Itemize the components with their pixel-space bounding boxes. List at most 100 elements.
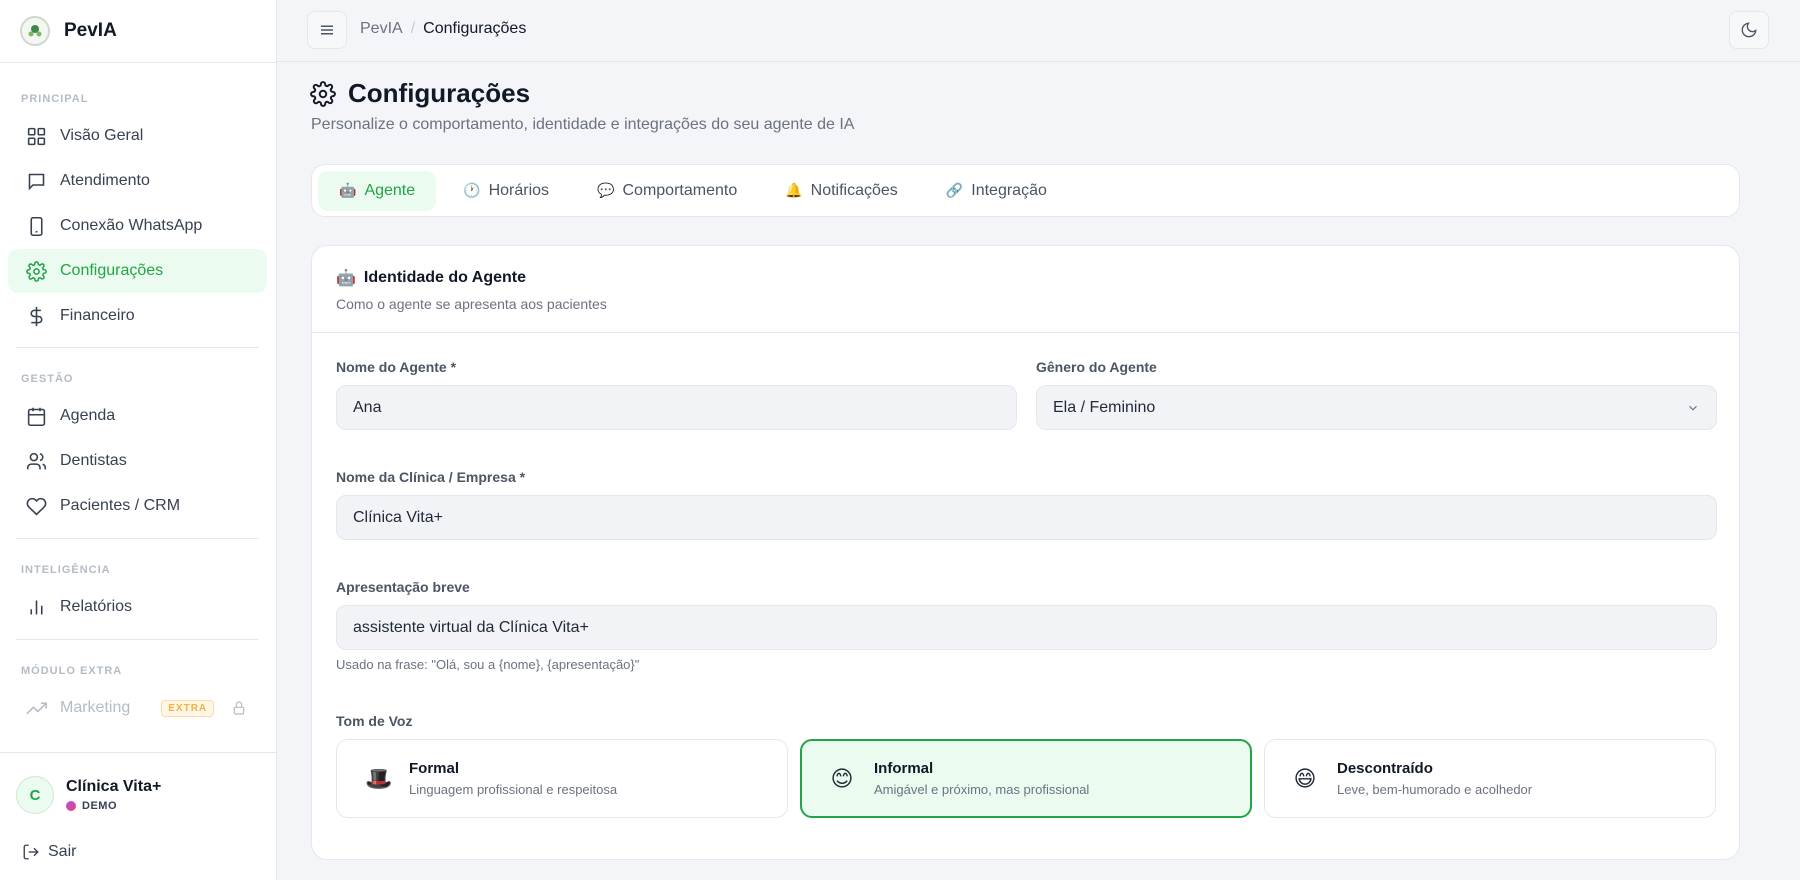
card-title: 🤖 Identidade do Agente xyxy=(336,268,1715,288)
lock-icon xyxy=(233,701,245,715)
page-subtitle: Personalize o comportamento, identidade … xyxy=(311,116,855,133)
dollar-icon xyxy=(30,306,43,326)
menu-toggle-button[interactable] xyxy=(307,11,347,49)
section-label-inteligencia: INTELIGÊNCIA xyxy=(21,564,111,576)
tone-label: Tom de Voz xyxy=(336,713,413,729)
sidebar-item-label: Configurações xyxy=(60,262,164,279)
tab-agente[interactable]: 🤖 Agente xyxy=(318,170,437,211)
sidebar-item-visao-geral[interactable]: Visão Geral xyxy=(8,114,267,158)
tone-option-formal[interactable]: 🎩 Formal Linguagem profissional e respei… xyxy=(336,739,788,818)
chat-icon xyxy=(28,173,45,190)
sidebar-item-marketing[interactable]: Marketing EXTRA xyxy=(8,686,267,730)
agent-gender-value: Ela / Feminino xyxy=(1053,398,1156,416)
phone-icon xyxy=(30,216,43,236)
top-hat-icon: 🎩 xyxy=(365,765,393,791)
divider xyxy=(16,347,259,348)
card-subtitle: Como o agente se apresenta aos pacientes xyxy=(336,296,607,312)
tone-desc: Leve, bem-humorado e acolhedor xyxy=(1337,782,1533,797)
moon-icon xyxy=(1741,22,1757,38)
topbar: PevIA / Configurações xyxy=(277,0,1800,62)
gear-icon xyxy=(310,80,336,107)
user-block[interactable]: C Clínica Vita+ DEMO xyxy=(16,776,161,814)
sidebar-item-atendimento[interactable]: Atendimento xyxy=(8,159,267,203)
divider xyxy=(0,62,277,63)
avatar: C xyxy=(16,776,54,814)
card-title-text: Identidade do Agente xyxy=(363,269,526,286)
users-icon xyxy=(26,452,47,469)
chevron-down-icon xyxy=(1689,405,1697,411)
tab-label: Horários xyxy=(488,181,550,199)
sidebar-item-dentistas[interactable]: Dentistas xyxy=(8,439,267,483)
clock-icon: 🕐 xyxy=(463,182,481,198)
link-icon: 🔗 xyxy=(945,182,964,198)
sidebar-item-configuracoes[interactable]: Configurações xyxy=(8,249,267,293)
sidebar-item-agenda[interactable]: Agenda xyxy=(8,394,267,438)
settings-tabs: 🤖 Agente 🕐 Horários 💬 Comportamento 🔔 No… xyxy=(311,164,1740,217)
sidebar: PevIA PRINCIPAL Visão Geral Atendimento … xyxy=(0,0,277,880)
intro-hint: Usado na frase: "Olá, sou a {nome}, {apr… xyxy=(336,657,640,672)
breadcrumb-current: Configurações xyxy=(423,20,527,37)
demo-dot-icon xyxy=(66,801,76,811)
sidebar-item-label: Conexão WhatsApp xyxy=(60,217,203,234)
sidebar-item-relatorios[interactable]: Relatórios xyxy=(8,585,267,629)
sidebar-item-pacientes-crm[interactable]: Pacientes / CRM xyxy=(8,484,267,528)
section-label-gestao: GESTÃO xyxy=(21,373,74,385)
agent-identity-card: 🤖 Identidade do Agente Como o agente se … xyxy=(311,245,1740,860)
tone-option-descontraido[interactable]: 😄 Descontraído Leve, bem-humorado e acol… xyxy=(1264,739,1716,818)
divider xyxy=(16,639,259,640)
sidebar-item-financeiro[interactable]: Financeiro xyxy=(8,294,267,338)
robot-icon: 🤖 xyxy=(339,182,357,198)
theme-toggle-button[interactable] xyxy=(1729,11,1769,49)
breadcrumb-root[interactable]: PevIA xyxy=(360,20,403,38)
trending-icon xyxy=(26,701,47,714)
tab-notificacoes[interactable]: 🔔 Notificações xyxy=(764,171,919,211)
divider xyxy=(0,752,277,753)
user-name: Clínica Vita+ xyxy=(66,778,162,795)
sidebar-item-label: Atendimento xyxy=(60,172,150,189)
brand-name: PevIA xyxy=(64,20,117,41)
sidebar-item-label: Dentistas xyxy=(60,452,127,469)
sidebar-item-label: Agenda xyxy=(60,407,116,424)
tab-comportamento[interactable]: 💬 Comportamento xyxy=(576,171,758,211)
brand-logo-icon xyxy=(20,16,50,46)
intro-input[interactable] xyxy=(336,605,1717,650)
robot-icon: 🤖 xyxy=(336,270,356,287)
logout-icon xyxy=(23,844,39,860)
logout-label: Sair xyxy=(48,843,77,860)
tone-option-informal[interactable]: 😊 Informal Amigável e próximo, mas profi… xyxy=(800,739,1252,818)
agent-name-label: Nome do Agente * xyxy=(336,359,457,375)
logout-button[interactable]: Sair xyxy=(22,843,76,861)
agent-gender-label: Gênero do Agente xyxy=(1036,359,1157,375)
sidebar-item-label: Visão Geral xyxy=(60,127,144,144)
sidebar-item-label: Relatórios xyxy=(60,598,133,615)
gear-icon xyxy=(26,260,47,282)
clinic-name-input[interactable] xyxy=(336,495,1717,540)
calendar-icon xyxy=(27,407,46,426)
intro-label: Apresentação breve xyxy=(336,579,470,595)
agent-gender-select[interactable]: Ela / Feminino xyxy=(1036,385,1717,430)
page-title-text: Configurações xyxy=(348,78,531,108)
tab-label: Comportamento xyxy=(622,181,738,199)
tab-integracao[interactable]: 🔗 Integração xyxy=(925,171,1068,211)
speech-bubble-icon: 💬 xyxy=(597,182,615,198)
breadcrumb: PevIA / Configurações xyxy=(360,20,526,38)
tab-label: Integração xyxy=(971,181,1047,199)
tab-horarios[interactable]: 🕐 Horários xyxy=(442,171,570,211)
sidebar-item-label: Pacientes / CRM xyxy=(60,497,181,514)
sidebar-item-label: Marketing xyxy=(60,699,131,716)
agent-name-input[interactable] xyxy=(336,385,1017,430)
card-header: 🤖 Identidade do Agente Como o agente se … xyxy=(312,246,1739,333)
tone-name: Descontraído xyxy=(1337,760,1433,777)
page-title: Configurações xyxy=(310,78,530,109)
tone-name: Informal xyxy=(874,760,934,777)
grin-icon: 😄 xyxy=(1293,765,1317,791)
sidebar-item-conexao-whatsapp[interactable]: Conexão WhatsApp xyxy=(8,204,267,248)
divider xyxy=(16,538,259,539)
tab-label: Notificações xyxy=(810,181,898,199)
brand[interactable]: PevIA xyxy=(20,16,117,46)
tone-desc: Amigável e próximo, mas profissional xyxy=(874,782,1090,797)
demo-label: DEMO xyxy=(82,800,117,812)
tone-desc: Linguagem profissional e respeitosa xyxy=(409,782,618,797)
section-label-modulo-extra: MÓDULO EXTRA xyxy=(21,665,123,677)
heart-icon xyxy=(26,497,47,515)
